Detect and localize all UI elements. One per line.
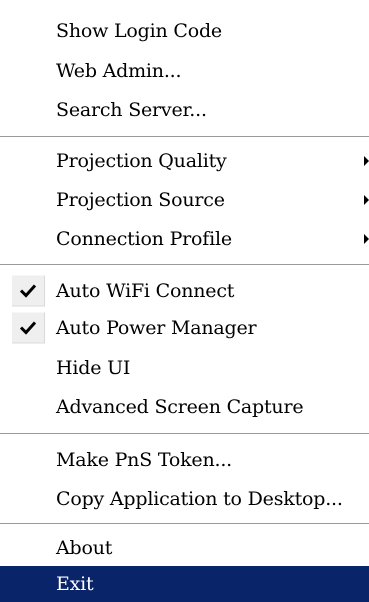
menu-item-label: Exit: [56, 573, 94, 595]
menu-item-label: Show Login Code: [56, 19, 222, 42]
menu-item-label: Projection Quality: [56, 149, 227, 172]
menu-item-web-admin[interactable]: Web Admin...: [0, 54, 369, 87]
checkmark-icon: [12, 275, 45, 306]
menu-item-label: Advanced Screen Capture: [56, 395, 304, 418]
menu-item-copy-application-to-desktop[interactable]: Copy Application to Desktop...: [0, 482, 369, 515]
menu-item-label: Web Admin...: [56, 59, 182, 82]
menu-item-label: Auto WiFi Connect: [56, 279, 235, 302]
submenu-arrow-icon: [364, 233, 369, 244]
menu-item-label: Projection Source: [56, 188, 225, 211]
menu-item-show-login-code[interactable]: Show Login Code: [0, 14, 369, 47]
menu-item-search-server[interactable]: Search Server...: [0, 93, 369, 126]
menu-separator: [0, 264, 369, 266]
menu-item-about[interactable]: About: [0, 531, 369, 564]
menu-item-auto-power-manager[interactable]: Auto Power Manager: [0, 311, 369, 344]
submenu-arrow-icon: [364, 194, 369, 205]
menu-item-projection-quality[interactable]: Projection Quality: [0, 144, 369, 177]
menu-item-label: Search Server...: [56, 98, 207, 121]
menu-item-label: Make PnS Token...: [56, 448, 233, 471]
menu-item-make-pns-token[interactable]: Make PnS Token...: [0, 443, 369, 476]
submenu-arrow-icon: [364, 155, 369, 166]
menu-separator: [0, 523, 369, 525]
menu-item-label: Auto Power Manager: [56, 316, 257, 339]
menu-item-projection-source[interactable]: Projection Source: [0, 183, 369, 216]
menu-item-label: Hide UI: [56, 356, 131, 379]
checkmark-icon: [12, 312, 45, 343]
menu-item-label: About: [56, 536, 113, 559]
context-menu: Show Login Code Web Admin... Search Serv…: [0, 0, 369, 602]
menu-item-hide-ui[interactable]: Hide UI: [0, 351, 369, 384]
menu-separator: [0, 136, 369, 138]
menu-item-label: Copy Application to Desktop...: [56, 487, 343, 510]
menu-item-advanced-screen-capture[interactable]: Advanced Screen Capture: [0, 390, 369, 423]
menu-item-connection-profile[interactable]: Connection Profile: [0, 222, 369, 255]
menu-item-label: Connection Profile: [56, 227, 232, 250]
menu-separator: [0, 433, 369, 435]
menu-item-auto-wifi-connect[interactable]: Auto WiFi Connect: [0, 274, 369, 307]
menu-item-exit[interactable]: Exit: [0, 566, 369, 602]
